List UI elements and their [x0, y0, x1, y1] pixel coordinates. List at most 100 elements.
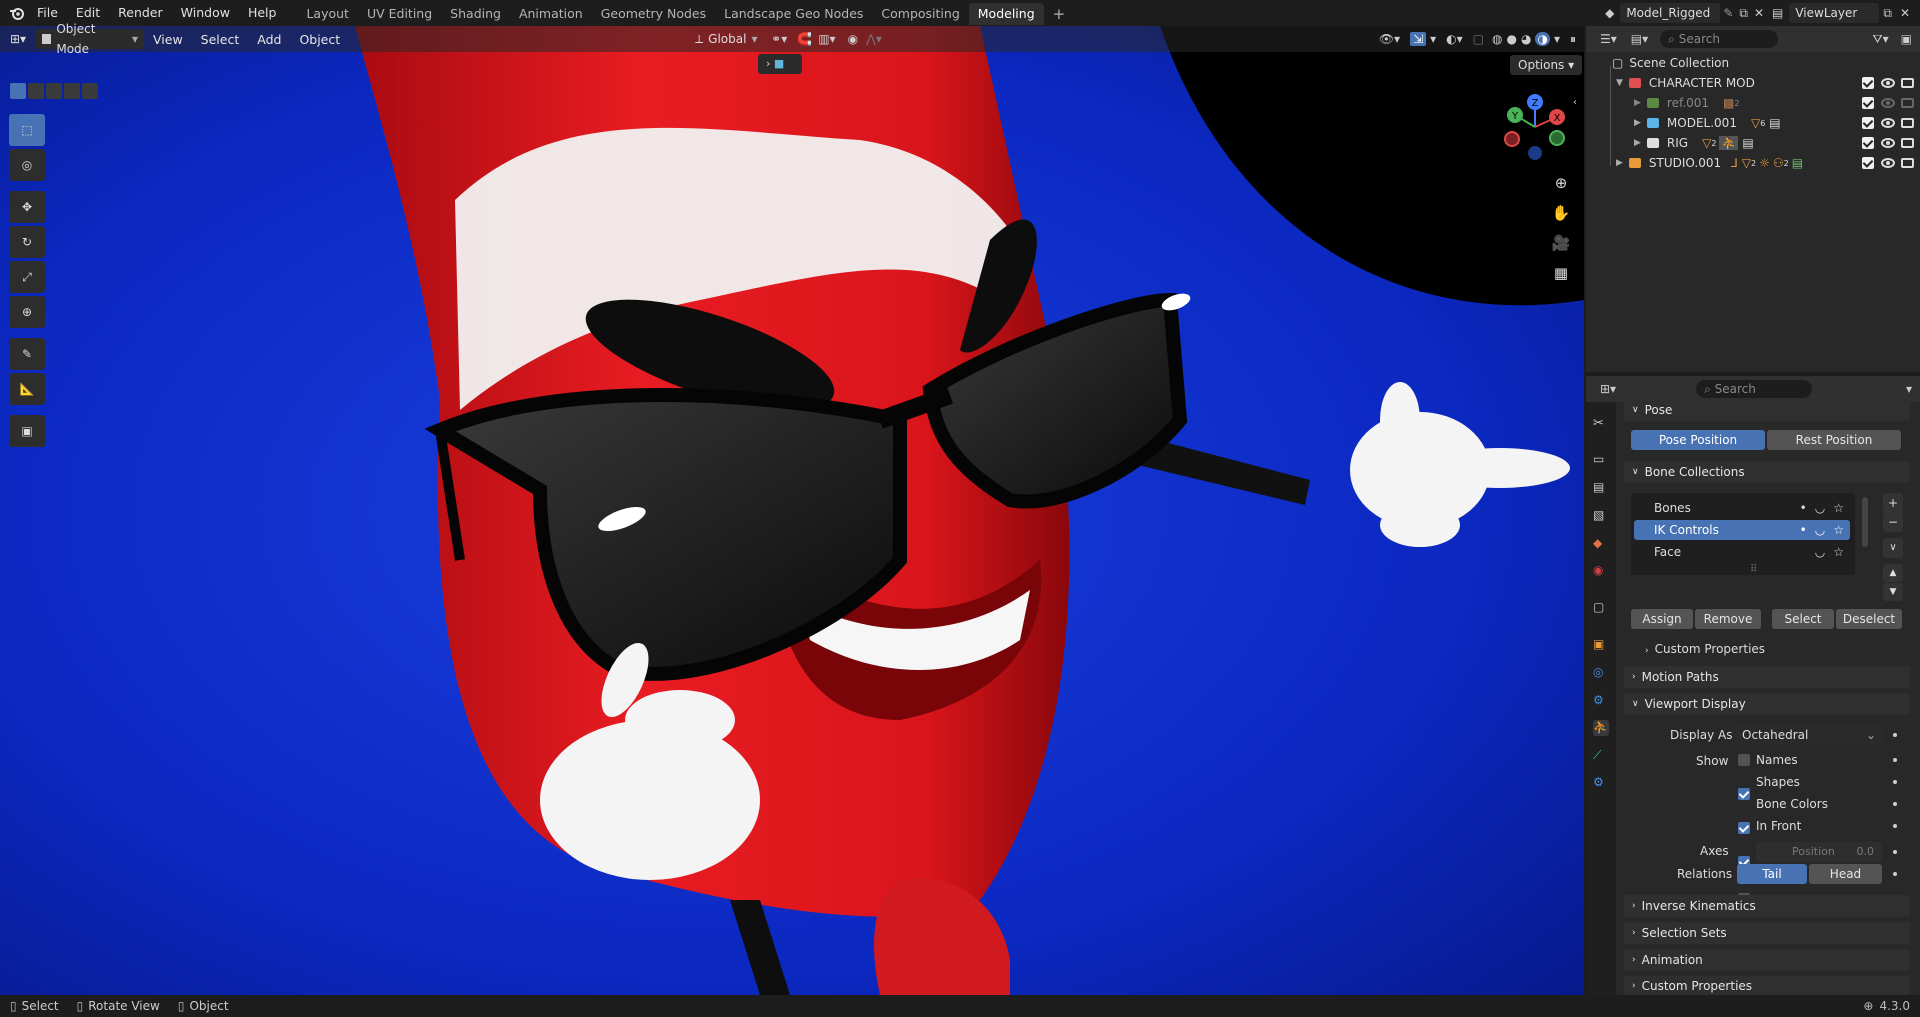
eye-icon[interactable] — [1881, 78, 1895, 88]
gizmo-dropdown-icon[interactable]: ▾ — [1430, 32, 1436, 46]
axes-position-field[interactable]: Position 0.0 — [1756, 842, 1882, 862]
list-scrollbar[interactable] — [1862, 497, 1868, 547]
remove-collection-button[interactable]: − — [1883, 512, 1903, 532]
scene-icon[interactable]: ◆ — [1605, 6, 1614, 20]
wireframe-shading-icon[interactable]: ◍ — [1492, 32, 1502, 46]
properties-options-icon[interactable]: ▾ — [1906, 382, 1912, 396]
annotate-icon[interactable]: ✎ — [9, 338, 45, 370]
view-layer-selector[interactable]: ViewLayer — [1789, 3, 1880, 23]
animation-header[interactable]: › Animation — [1624, 949, 1910, 971]
select-box-icon[interactable]: ⬚ — [9, 114, 45, 146]
outliner-row-model[interactable]: ▶ MODEL.001 ▽ 6 ▤ — [1586, 113, 1920, 133]
viewport-menu-object[interactable]: Object — [290, 32, 349, 47]
viewport-display-header[interactable]: ∨ Viewport Display — [1624, 693, 1910, 715]
select-extend-icon[interactable] — [28, 83, 44, 99]
cursor-icon[interactable]: ◎ — [9, 149, 45, 181]
tab-geometry-nodes[interactable]: Geometry Nodes — [592, 3, 715, 25]
keyframe-dot[interactable] — [1893, 872, 1897, 876]
expand-right-icon[interactable]: ▶ — [1634, 138, 1641, 148]
camera-icon[interactable] — [1901, 98, 1914, 108]
display-as-dropdown[interactable]: Octahedral ⌄ — [1736, 725, 1882, 745]
menu-help[interactable]: Help — [239, 0, 286, 26]
keyframe-dot[interactable] — [1893, 824, 1897, 828]
editor-type-icon[interactable]: ⊞▾ — [0, 32, 36, 46]
camera-icon[interactable] — [1901, 118, 1914, 128]
select-invert-icon[interactable] — [64, 83, 80, 99]
exclude-checkbox[interactable] — [1862, 157, 1874, 169]
constraints-tab-icon[interactable]: ⚙ — [1593, 693, 1609, 709]
navigation-gizmo[interactable]: Z X Y — [1500, 92, 1570, 162]
expand-right-icon[interactable]: ▶ — [1634, 98, 1641, 108]
select-intersect-icon[interactable] — [82, 83, 98, 99]
keyframe-dot[interactable] — [1893, 802, 1897, 806]
zoom-icon[interactable]: ⊕ — [1548, 170, 1574, 196]
relations-tail-button[interactable]: Tail — [1737, 864, 1807, 884]
visibility-icon[interactable]: 👁▾ — [1379, 32, 1400, 46]
options-dropdown[interactable]: Options ▾ — [1510, 55, 1583, 75]
pan-hand-icon[interactable]: ✋ — [1548, 200, 1574, 226]
expand-down-icon[interactable]: ▼ — [1616, 78, 1623, 88]
scene-selector[interactable]: Model_Rigged — [1620, 3, 1721, 23]
add-collection-button[interactable]: + — [1883, 493, 1903, 513]
select-new-icon[interactable] — [10, 83, 26, 99]
pose-panel-header[interactable]: ∨ Pose — [1624, 399, 1910, 421]
outliner-row-character-mod[interactable]: ▼ CHARACTER MOD — [1586, 73, 1920, 93]
armature-data-tab-icon[interactable]: ⛹ — [1593, 720, 1609, 736]
view-layer-tab-icon[interactable]: ▧ — [1593, 508, 1609, 524]
eye-icon[interactable] — [1881, 158, 1895, 168]
view-layer-icon[interactable]: ▤ — [1772, 6, 1783, 20]
camera-icon[interactable] — [1901, 78, 1914, 88]
world-tab-icon[interactable]: ◉ — [1593, 563, 1609, 579]
star-icon[interactable]: ☆ — [1833, 545, 1844, 559]
star-icon[interactable]: ☆ — [1833, 501, 1844, 515]
bone-tab-icon[interactable]: ⟋ — [1593, 748, 1609, 764]
copy-scene-icon[interactable]: ⧉ — [1739, 6, 1748, 21]
select-subtract-icon[interactable] — [46, 83, 62, 99]
falloff-icon[interactable]: ⋀▾ — [866, 32, 882, 46]
measure-icon[interactable]: 📐 — [9, 373, 45, 405]
bone-constraints-tab-icon[interactable]: ⚙ — [1593, 775, 1609, 791]
render-tab-icon[interactable]: ▭ — [1593, 452, 1609, 468]
list-item-ik-controls[interactable]: IK Controls • ◡ ☆ — [1634, 520, 1850, 540]
select-button[interactable]: Select — [1772, 609, 1834, 629]
new-collection-icon[interactable]: ▣ — [1901, 32, 1912, 46]
custom-properties-header[interactable]: › Custom Properties — [1624, 976, 1910, 995]
transform-orientation[interactable]: ⟂ Global ▾ — [689, 29, 763, 49]
keyframe-dot[interactable] — [1893, 733, 1897, 737]
tab-animation[interactable]: Animation — [510, 3, 592, 25]
exclude-checkbox[interactable] — [1862, 117, 1874, 129]
ortho-grid-icon[interactable]: ▦ — [1548, 260, 1574, 286]
keyframe-dot[interactable] — [1893, 850, 1897, 854]
list-item-face[interactable]: Face ◡ ☆ — [1634, 542, 1850, 562]
exclude-checkbox[interactable] — [1862, 77, 1874, 89]
scene-tab-icon[interactable]: ◆ — [1593, 536, 1609, 552]
expand-right-icon[interactable]: ▶ — [1616, 158, 1623, 168]
object-tab-icon[interactable]: ▣ — [1593, 637, 1609, 653]
viewport-menu-select[interactable]: Select — [192, 32, 249, 47]
move-up-icon[interactable]: ▲ — [1883, 564, 1903, 582]
star-icon[interactable]: ☆ — [1833, 523, 1844, 537]
eye-icon[interactable] — [1881, 118, 1895, 128]
visibility-eye-icon[interactable]: ◡ — [1815, 501, 1825, 515]
tab-shading[interactable]: Shading — [441, 3, 510, 25]
mode-selector[interactable]: Object Mode ▾ — [36, 22, 144, 56]
rendered-shading-icon[interactable]: ◑ — [1535, 32, 1550, 46]
move-icon[interactable]: ✥ — [9, 191, 45, 223]
move-down-icon[interactable]: ▼ — [1883, 583, 1903, 601]
overlay-icon[interactable]: ◐▾ — [1446, 32, 1463, 46]
pose-position-button[interactable]: Pose Position — [1631, 430, 1765, 450]
close-scene-icon[interactable]: ✕ — [1754, 6, 1764, 20]
selection-sets-header[interactable]: › Selection Sets — [1624, 922, 1910, 944]
outliner-editor-icon[interactable]: ☰▾ — [1600, 32, 1617, 46]
material-shading-icon[interactable]: ◕ — [1521, 32, 1531, 46]
outliner-row-scene[interactable]: ▢ Scene Collection — [1586, 53, 1920, 73]
names-checkbox[interactable] — [1738, 754, 1750, 766]
exclude-checkbox[interactable] — [1862, 97, 1874, 109]
bone-colors-checkbox[interactable] — [1738, 822, 1750, 834]
camera-icon[interactable] — [1901, 138, 1914, 148]
tab-landscape-geo-nodes[interactable]: Landscape Geo Nodes — [715, 3, 872, 25]
expand-right-icon[interactable]: ▶ — [1634, 118, 1641, 128]
proportional-edit-icon[interactable]: ◉ — [848, 32, 858, 46]
3d-viewport[interactable]: ⬚ ◎ ✥ ↻ ⤢ ⊕ ✎ 📐 ▣ Z X Y ⊕ ✋ 🎥 ▦ ‹ — [0, 26, 1584, 995]
camera-icon[interactable] — [1901, 158, 1914, 168]
